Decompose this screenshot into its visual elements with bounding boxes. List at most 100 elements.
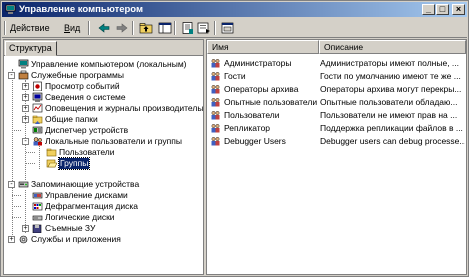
- computer-management-window: Управление компьютером _ □ × Действие Ви…: [0, 0, 469, 277]
- tree-item[interactable]: Группы: [4, 157, 203, 170]
- menu-action[interactable]: Действие: [10, 21, 50, 35]
- group-description: Поддержка репликации файлов в ...: [320, 123, 463, 133]
- tree-item[interactable]: - Локальные пользователи и группы: [4, 136, 203, 147]
- tree-expander[interactable]: +: [22, 116, 29, 123]
- tree-connector: [26, 163, 35, 164]
- tree-item-label: Служебные программы: [31, 70, 124, 80]
- list-item[interactable]: Репликатор Поддержка репликации файлов в …: [207, 122, 466, 134]
- tree-item[interactable]: Логические диски: [4, 212, 203, 223]
- list-item[interactable]: Debugger Users Debugger users can debug p…: [207, 135, 466, 147]
- list-item[interactable]: Пользователи Пользователи не имеют прав н…: [207, 109, 466, 121]
- tree-connector: [12, 195, 21, 196]
- group-icon: [210, 97, 221, 107]
- tree-expander[interactable]: -: [22, 138, 29, 145]
- group-name: Администраторы: [224, 58, 292, 68]
- tree-item-label: Службы и приложения: [31, 234, 121, 244]
- minimize-button[interactable]: _: [422, 4, 435, 15]
- tree-item-label: Пользователи: [59, 147, 115, 157]
- menu-action-rest: ействие: [16, 23, 50, 33]
- window-title: Управление компьютером: [19, 4, 144, 15]
- tree-item[interactable]: - Запоминающие устройства: [4, 179, 203, 190]
- group-name: Опытные пользователи: [224, 97, 318, 107]
- back-button[interactable]: [96, 21, 112, 35]
- list-item[interactable]: Администраторы Администраторы имеют полны…: [207, 57, 466, 69]
- group-name: Гости: [224, 71, 246, 81]
- export-list-button[interactable]: [196, 21, 212, 35]
- defrag-icon: [32, 201, 43, 211]
- group-icon: [210, 71, 221, 81]
- tree-item[interactable]: + Службы и приложения: [4, 234, 203, 245]
- tree-item[interactable]: + Общие папки: [4, 114, 203, 125]
- tree-connector: [12, 130, 21, 131]
- group-icon: [210, 84, 221, 94]
- toolbar-separator: [88, 21, 90, 35]
- tree-item[interactable]: Диспетчер устройств: [4, 125, 203, 136]
- group-icon: [210, 110, 221, 120]
- title-bar[interactable]: Управление компьютером _ □ ×: [2, 2, 467, 17]
- show-tree-icon: [158, 22, 172, 34]
- properties-button[interactable]: [180, 21, 196, 35]
- tree-item-label: Дефрагментация диска: [45, 201, 138, 211]
- column-header-description[interactable]: Описание: [319, 40, 466, 54]
- up-level-button[interactable]: [138, 21, 154, 35]
- removable-storage-icon: [32, 223, 43, 234]
- forward-arrow-icon: [116, 23, 128, 33]
- properties-icon: [182, 22, 193, 34]
- tree-item-label: Просмотр событий: [45, 81, 120, 91]
- tree-expander[interactable]: +: [22, 225, 29, 232]
- tree-expander[interactable]: -: [8, 72, 15, 79]
- storage-icon: [18, 179, 29, 189]
- list-item[interactable]: Гости Гости по умолчанию имеют те же ...: [207, 70, 466, 82]
- list-item[interactable]: Операторы архива Операторы архива могут п…: [207, 83, 466, 95]
- shared-folders-icon: [32, 114, 43, 124]
- group-description: Опытные пользователи обладаю...: [320, 97, 458, 107]
- list-item[interactable]: Опытные пользователи Опытные пользователи…: [207, 96, 466, 108]
- tree-item[interactable]: Управление компьютером (локальным): [4, 59, 203, 70]
- help-button[interactable]: [220, 21, 236, 35]
- tree-expander[interactable]: +: [22, 94, 29, 101]
- tree-item[interactable]: + Съемные ЗУ: [4, 223, 203, 234]
- tree-expander[interactable]: -: [8, 181, 15, 188]
- tools-icon: [18, 70, 29, 80]
- tree-connector: [12, 217, 21, 218]
- close-button[interactable]: ×: [452, 4, 465, 15]
- forward-button[interactable]: [114, 21, 130, 35]
- tree-item[interactable]: + Оповещения и журналы производительн: [4, 103, 203, 114]
- local-users-icon: [32, 136, 43, 146]
- tree-item[interactable]: Управление дисками: [4, 190, 203, 201]
- group-description: Гости по умолчанию имеют те же ...: [320, 71, 461, 81]
- performance-logs-icon: [32, 103, 43, 113]
- column-header-name[interactable]: Имя: [207, 40, 319, 54]
- tree-expander[interactable]: +: [22, 83, 29, 90]
- tree-item[interactable]: + Сведения о системе: [4, 92, 203, 103]
- logical-drives-icon: [32, 212, 43, 222]
- tree-item-label: Съемные ЗУ: [45, 223, 96, 233]
- tree-expander[interactable]: +: [8, 236, 15, 243]
- list-pane[interactable]: Имя Описание Администраторы Администратор…: [206, 39, 467, 275]
- group-description: Debugger users can debug processe...: [320, 136, 465, 146]
- toolbar-separator: [174, 21, 176, 35]
- tree-item[interactable]: + Просмотр событий: [4, 81, 203, 92]
- tree-item[interactable]: Пользователи: [4, 147, 203, 158]
- menu-view-rest: ид: [70, 23, 81, 33]
- menu-view[interactable]: Вид: [64, 21, 80, 35]
- tree-item-label: Управление дисками: [45, 190, 128, 200]
- toolbar-grip[interactable]: [4, 21, 6, 35]
- tab-structure[interactable]: Структура: [5, 41, 57, 56]
- tree-item-label: Запоминающие устройства: [31, 179, 140, 189]
- show-hide-tree-button[interactable]: [157, 21, 173, 35]
- disk-management-icon: [32, 190, 43, 200]
- help-icon: [221, 22, 234, 34]
- export-list-icon: [197, 22, 210, 34]
- tree-expander[interactable]: +: [22, 105, 29, 112]
- group-icon: [210, 123, 221, 133]
- group-name: Debugger Users: [224, 136, 286, 146]
- tree-connector: [12, 206, 21, 207]
- folder-icon: [46, 147, 57, 157]
- group-description: Операторы архива могут перекры...: [320, 84, 462, 94]
- toolbar-separator: [132, 21, 134, 35]
- tree-pane[interactable]: Структура Управление компьютером (локаль…: [3, 39, 204, 275]
- maximize-button[interactable]: □: [436, 4, 449, 15]
- tree-item[interactable]: Дефрагментация диска: [4, 201, 203, 212]
- tree-item[interactable]: - Служебные программы: [4, 70, 203, 81]
